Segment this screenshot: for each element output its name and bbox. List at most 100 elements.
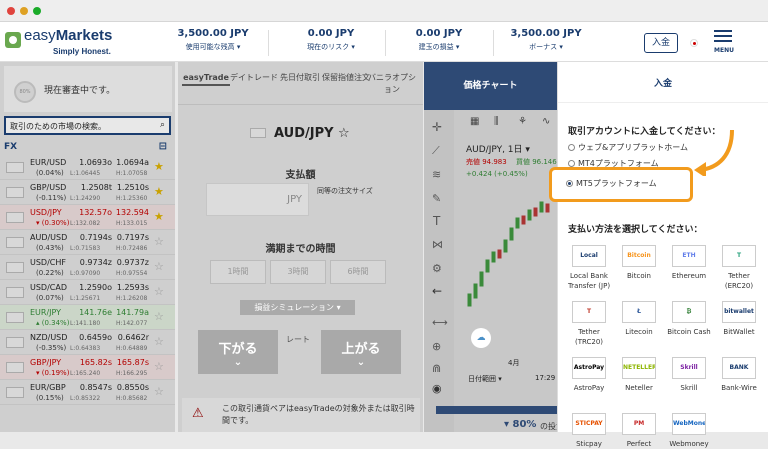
favorite-star-icon[interactable]: ☆ — [154, 235, 164, 248]
bid-price[interactable]: 0.6459o — [72, 333, 112, 342]
close-window-icon[interactable] — [7, 7, 15, 15]
radio-selected-icon[interactable] — [566, 180, 573, 187]
market-row[interactable]: NZD/USD (-0.35%) 0.6459o 0.6462r L:0.64383 H:… — [0, 330, 175, 355]
favorite-star-icon[interactable]: ☆ — [154, 285, 164, 298]
calendar-icon[interactable]: ▦ — [470, 116, 479, 127]
market-row[interactable]: USD/CHF (0.22%) 0.9734z 0.9737z L:0.97090 H:0… — [0, 255, 175, 280]
ask-price[interactable]: 0.6462r — [113, 333, 149, 342]
section-header-fx[interactable]: FX ⊟ — [4, 141, 171, 152]
payment-method[interactable]: bitwallet BitWallet — [714, 301, 764, 337]
ask-price[interactable]: 141.79a — [113, 308, 149, 317]
sell-button[interactable]: 下がる ⌄ — [198, 330, 278, 374]
zoom-icon[interactable]: ⊕ — [432, 340, 441, 353]
stat-bonus[interactable]: 3,500.00 JPY ボーナス ▾ — [496, 28, 596, 52]
favorite-star-icon[interactable]: ★ — [154, 185, 164, 198]
stat-risk[interactable]: 0.00 JPY 現在のリスク ▾ — [281, 28, 381, 52]
option-web-app[interactable]: ウェブ&アプリプラットホーム — [568, 142, 688, 153]
trendline-icon[interactable]: ⟋ — [432, 144, 440, 158]
ask-price[interactable]: 1.0694a — [113, 158, 149, 167]
ask-price[interactable]: 165.87s — [113, 358, 149, 367]
ask-price[interactable]: 0.8550s — [113, 383, 149, 392]
ask-price[interactable]: 0.9737z — [113, 258, 149, 267]
market-row[interactable]: GBP/JPY ▾ (0.19%) 165.82s 165.87s L:165.240 H… — [0, 355, 175, 380]
favorite-star-icon[interactable]: ☆ — [154, 260, 164, 273]
favorite-star-icon[interactable]: ☆ — [154, 310, 164, 323]
search-icon[interactable]: ⌕ — [160, 120, 165, 130]
ask-price[interactable]: 1.2510s — [113, 183, 149, 192]
amount-input[interactable]: JPY — [206, 183, 309, 216]
candlestick-chart[interactable] — [458, 182, 557, 352]
payment-method[interactable]: BANK Bank-Wire — [714, 357, 764, 393]
payment-method[interactable]: Ł Litecoin — [614, 301, 664, 337]
collapse-icon[interactable]: ⊟ — [159, 141, 167, 152]
payment-method[interactable]: Skrill Skrill — [664, 357, 714, 393]
market-row[interactable]: EUR/JPY ▴ (0.34%) 141.76e 141.79a L:141.180 H… — [0, 305, 175, 330]
favorite-star-icon[interactable]: ☆ — [154, 360, 164, 373]
bid-price[interactable]: 0.7194s — [72, 233, 112, 242]
stat-pnl[interactable]: 0.00 JPY 建玉の損益 ▾ — [389, 28, 489, 52]
option-mt5-highlight[interactable]: MT5プラットフォーム — [549, 167, 693, 202]
bid-price[interactable]: 141.76e — [72, 308, 112, 317]
payment-method[interactable]: T Tether (TRC20) — [564, 301, 614, 347]
settings-icon[interactable]: ⚙ — [432, 262, 442, 275]
payment-method[interactable]: STICPAY Sticpay — [564, 413, 614, 449]
candle-icon[interactable]: ⫼ — [494, 116, 499, 127]
ask-price[interactable]: 0.7197s — [113, 233, 149, 242]
ask-price[interactable]: 132.594 — [113, 208, 149, 217]
market-row[interactable]: USD/CAD (0.07%) 1.2590o 1.2593s L:1.25671 H:1… — [0, 280, 175, 305]
pnl-simulation-button[interactable]: 損益シミュレーション ▾ — [240, 300, 355, 315]
payment-method[interactable]: WebMoneyWebmoney — [664, 413, 714, 449]
compare-icon[interactable]: ∿ — [542, 116, 550, 127]
tab-easytrade[interactable]: easyTrade — [182, 72, 230, 86]
brush-icon[interactable]: ✎ — [432, 192, 441, 205]
favorite-star-icon[interactable]: ☆ — [154, 335, 164, 348]
option-mt5[interactable]: MT5プラットフォーム — [566, 178, 657, 189]
payment-method[interactable]: Bitcoin Bitcoin — [614, 245, 664, 281]
stat-balance[interactable]: 3,500.00 JPY 使用可能な残高 ▾ — [163, 28, 263, 52]
bid-price[interactable]: 1.2508t — [72, 183, 112, 192]
minimize-window-icon[interactable] — [20, 7, 28, 15]
bid-price[interactable]: 0.8547s — [72, 383, 112, 392]
bid-price[interactable]: 0.9734z — [72, 258, 112, 267]
market-row[interactable]: EUR/USD (0.04%) 1.0693o 1.0694a L:1.06445 H:1… — [0, 155, 175, 180]
payment-method[interactable]: ETH Ethereum — [664, 245, 714, 281]
favorite-star-icon[interactable]: ☆ — [154, 385, 164, 398]
chart-symbol[interactable]: AUD/JPY, 1日 ▾ — [466, 142, 530, 155]
tab-price-chart[interactable]: 価格チャート — [424, 62, 557, 110]
market-row[interactable]: GBP/USD (-0.11%) 1.2508t 1.2510s L:1.24290 H:… — [0, 180, 175, 205]
indicator-icon[interactable]: ⚘ — [518, 116, 527, 127]
expiry-6h-button[interactable]: 6時間 — [330, 260, 386, 284]
bid-price[interactable]: 1.2590o — [72, 283, 112, 292]
expiry-1h-button[interactable]: 1時間 — [210, 260, 266, 284]
payment-method[interactable]: ₿ Bitcoin Cash — [664, 301, 714, 337]
favorite-star-icon[interactable]: ★ — [154, 160, 164, 173]
payment-method[interactable]: AstroPay AstroPay — [564, 357, 614, 393]
payment-method[interactable]: Local Bank Local Bank Transfer (JP) — [564, 245, 614, 291]
bid-price[interactable]: 165.82s — [72, 358, 112, 367]
radio-icon[interactable] — [568, 160, 575, 167]
bid-price[interactable]: 132.57o — [72, 208, 112, 217]
ask-price[interactable]: 1.2593s — [113, 283, 149, 292]
menu-button[interactable]: MENU — [714, 30, 734, 55]
back-arrow-icon[interactable]: ← — [432, 284, 442, 298]
text-tool-icon[interactable]: T — [433, 214, 440, 228]
market-row[interactable]: USD/JPY ▾ (0.30%) 132.57o 132.594 L:132.082 H… — [0, 205, 175, 230]
payment-method[interactable]: PM Perfect — [614, 413, 664, 449]
tab-daytrade[interactable]: デイトレード — [230, 72, 278, 84]
crosshair-icon[interactable]: ✛ — [432, 120, 442, 134]
expiry-3h-button[interactable]: 3時間 — [270, 260, 326, 284]
buy-button[interactable]: 上がる ⌄ — [321, 330, 401, 374]
favorite-star-icon[interactable]: ★ — [154, 210, 164, 223]
pattern-icon[interactable]: ⋈ — [432, 238, 443, 251]
ruler-icon[interactable]: ⟷ — [432, 316, 448, 329]
payment-method[interactable]: T Tether (ERC20) — [714, 245, 764, 291]
deposit-button[interactable]: 入金 — [644, 33, 678, 53]
market-row[interactable]: AUD/USD (0.43%) 0.7194s 0.7197s L:0.71583 H:0… — [0, 230, 175, 255]
japan-flag-icon[interactable] — [690, 39, 698, 47]
tab-pending[interactable]: 保留指値注文 — [322, 72, 370, 84]
fib-icon[interactable]: ≋ — [432, 168, 441, 181]
radio-icon[interactable] — [568, 144, 575, 151]
payment-method[interactable]: NETELLER Neteller — [614, 357, 664, 393]
tab-vanilla[interactable]: バニラオプション — [368, 72, 416, 96]
market-row[interactable]: EUR/GBP (0.15%) 0.8547s 0.8550s L:0.85322 H:0… — [0, 380, 175, 405]
